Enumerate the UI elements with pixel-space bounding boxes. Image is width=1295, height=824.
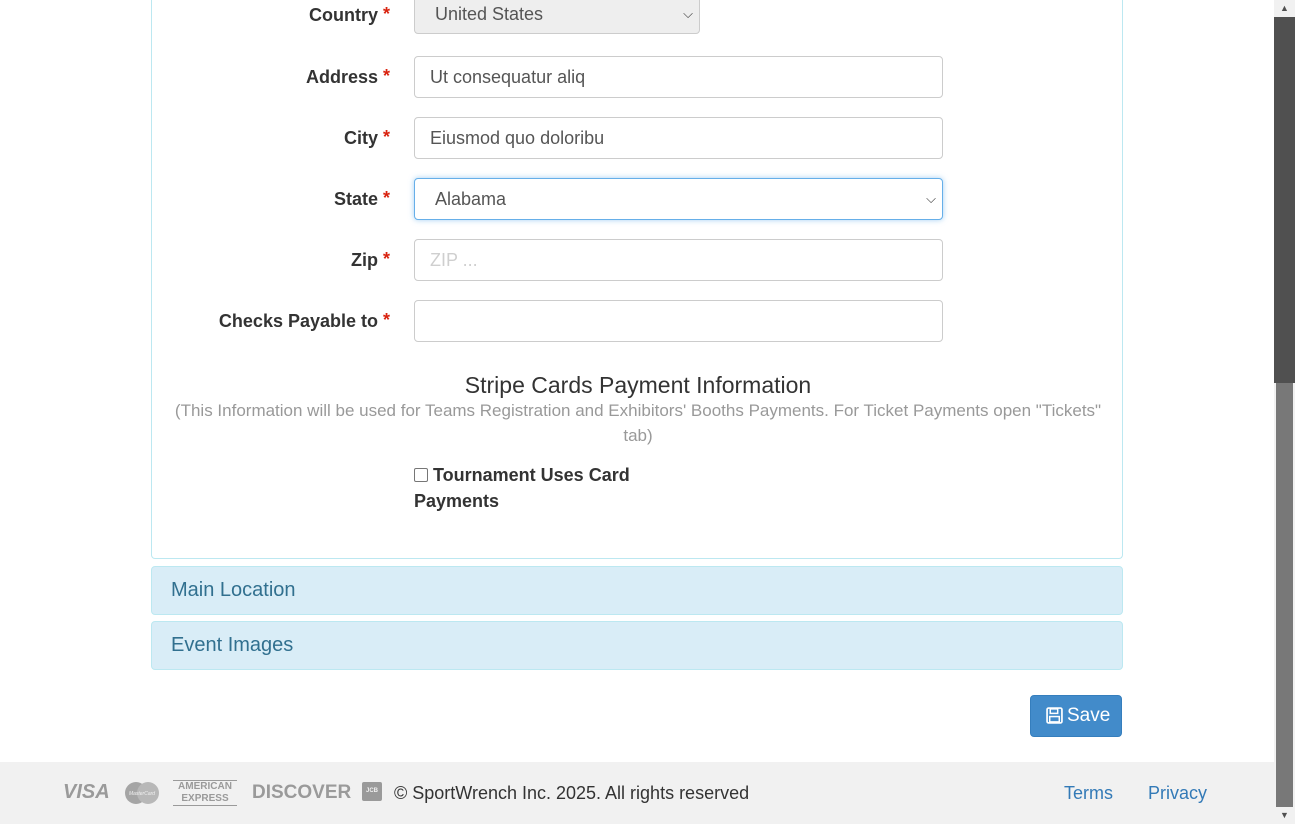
checks-payable-row: Checks Payable to * — [152, 300, 1124, 342]
zip-label: Zip — [351, 250, 378, 270]
required-marker: * — [383, 127, 391, 147]
accordion-main-location-title: Main Location — [171, 579, 296, 601]
country-label: Country — [309, 5, 378, 25]
svg-text:MasterCard: MasterCard — [129, 791, 155, 797]
floppy-disk-icon — [1046, 707, 1063, 724]
card-payments-option[interactable]: Tournament Uses Card Payments — [414, 462, 644, 514]
zip-input[interactable]: ZIP ... — [414, 239, 943, 281]
address-row: Address * Ut consequatur aliq — [152, 56, 1124, 98]
copyright-text: © SportWrench Inc. 2025. All rights rese… — [394, 783, 750, 803]
city-row: City * Eiusmod quo doloribu — [152, 117, 1124, 159]
footer: VISA MasterCard AMERICAN EXPRESS DISCOVE… — [0, 762, 1274, 824]
country-value: United States — [435, 4, 544, 24]
state-row: State * Alabama ⌵ — [152, 178, 1124, 220]
checks-payable-label: Checks Payable to — [218, 311, 378, 331]
privacy-link[interactable]: Privacy — [1148, 762, 1207, 824]
required-marker: * — [383, 66, 391, 86]
required-marker: * — [383, 4, 391, 24]
discover-card-icon: DISCOVER — [252, 782, 352, 803]
state-value: Alabama — [435, 189, 507, 209]
address-label: Address — [305, 67, 378, 87]
state-label: State — [333, 189, 378, 209]
jcb-card-icon: JCB — [362, 782, 382, 801]
city-label: City — [343, 128, 378, 148]
venue-info-panel: Country * United States ⌵ Address * Ut c… — [151, 0, 1123, 559]
accordion-event-images-title: Event Images — [171, 634, 294, 656]
stripe-section-subtitle: (This Information will be used for Teams… — [174, 401, 1102, 445]
required-marker: * — [383, 310, 391, 330]
scroll-down-arrow-icon[interactable]: ▼ — [1274, 807, 1295, 824]
visa-card-icon: VISA — [63, 781, 110, 803]
checks-payable-input[interactable] — [414, 300, 943, 342]
save-button-label: Save — [1067, 705, 1111, 726]
accordion-main-location[interactable]: Main Location — [151, 566, 1123, 615]
required-marker: * — [383, 249, 391, 269]
scrollbar-track[interactable] — [1274, 17, 1295, 383]
city-input[interactable]: Eiusmod quo doloribu — [414, 117, 943, 159]
terms-link[interactable]: Terms — [1064, 762, 1113, 824]
card-payments-label: Tournament Uses Card Payments — [414, 465, 630, 511]
scrollbar-thumb[interactable] — [1276, 383, 1293, 807]
state-select[interactable]: Alabama ⌵ — [414, 178, 943, 220]
stripe-section-title: Stripe Cards Payment Information — [464, 372, 812, 398]
country-select[interactable]: United States ⌵ — [414, 0, 700, 34]
vertical-scrollbar[interactable]: ▲ ▼ — [1274, 0, 1295, 824]
required-marker: * — [383, 188, 391, 208]
address-input[interactable]: Ut consequatur aliq — [414, 56, 943, 98]
chevron-down-icon: ⌵ — [683, 6, 693, 21]
mastercard-icon: MasterCard — [125, 782, 159, 804]
accordion-event-images[interactable]: Event Images — [151, 621, 1123, 670]
chevron-down-icon: ⌵ — [926, 191, 936, 206]
save-button[interactable]: Save — [1030, 695, 1122, 737]
scroll-up-arrow-icon[interactable]: ▲ — [1274, 0, 1295, 17]
amex-card-icon: AMERICAN EXPRESS — [173, 780, 237, 806]
country-row: Country * United States ⌵ — [152, 0, 1124, 36]
zip-row: Zip * ZIP ... — [152, 239, 1124, 281]
card-payments-checkbox[interactable] — [414, 468, 428, 482]
